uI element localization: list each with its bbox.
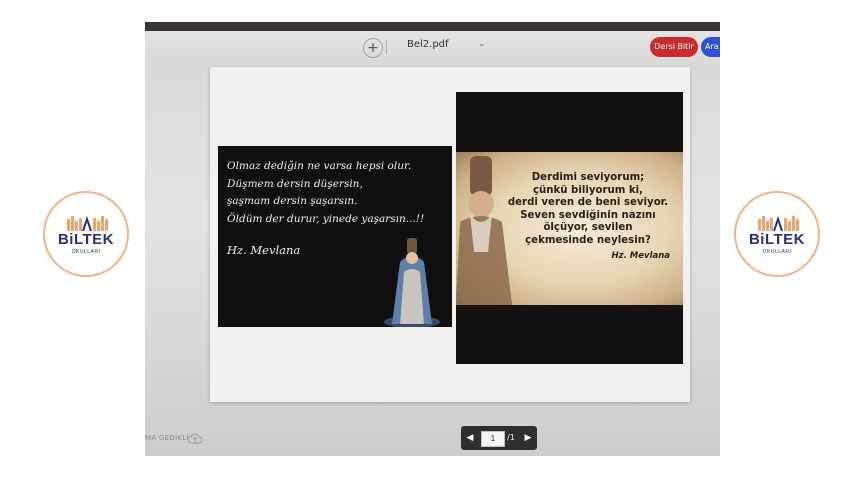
right-quote-text: Derdimi seviyorum; çünkü biliyorum ki, d… bbox=[494, 172, 682, 262]
file-name-label[interactable]: Bel2.pdf bbox=[407, 39, 449, 50]
logo-sub-text: OKULLARI bbox=[762, 249, 792, 255]
chevron-down-icon[interactable]: ⌄ bbox=[478, 39, 486, 49]
pdf-page: Olmaz dediğin ne varsa hepsi olur. Düşme… bbox=[210, 67, 690, 402]
poem-line: şaşmam dersin şaşarsın. bbox=[227, 195, 358, 207]
quote-line: Seven sevdiğinin nazını bbox=[520, 209, 656, 221]
cloud-upload-icon[interactable] bbox=[187, 432, 203, 444]
toolbar-divider bbox=[386, 40, 387, 54]
previous-page-icon[interactable]: ◀ bbox=[465, 432, 475, 444]
next-page-icon[interactable]: ▶ bbox=[523, 432, 533, 444]
page-navigator: ◀ /1 ▶ bbox=[461, 426, 537, 450]
end-lesson-button[interactable]: Dersi Bitir bbox=[650, 37, 698, 57]
biltek-logo-left: BiLTEK OKULLARI bbox=[43, 191, 129, 277]
logo-brand-text: BiLTEK bbox=[748, 231, 806, 248]
quote-line: derdi veren de beni seviyor. bbox=[507, 197, 669, 209]
quote-line: çünkü biliyorum ki, bbox=[532, 184, 644, 196]
participant-name-label: MA GEDİKLİ bbox=[145, 434, 189, 442]
logo-brand-text: BiLTEK bbox=[57, 231, 115, 248]
building-icon bbox=[758, 215, 799, 231]
page-number-input[interactable] bbox=[481, 431, 505, 447]
quote-line: Derdimi seviyorum; bbox=[531, 172, 645, 183]
poem-line: Öldüm der durur, yinede yaşarsın...!! bbox=[227, 212, 425, 225]
right-quote-image: Derdimi seviyorum; çünkü biliyorum ki, d… bbox=[456, 92, 683, 364]
add-button[interactable]: + bbox=[363, 38, 383, 58]
poem-line: Düşmem dersin düşersin, bbox=[227, 177, 363, 190]
dervish-figure-icon bbox=[384, 238, 440, 327]
page-total-label: /1 bbox=[507, 433, 515, 442]
quote-line: ölçüyor, sevilen bbox=[543, 222, 633, 234]
quote-author: Hz. Mevlana bbox=[611, 250, 670, 261]
shared-screen: + Bel2.pdf ⌄ Dersi Bitir Ara V Olmaz ded… bbox=[145, 22, 720, 456]
quote-line: çekmesinde neylesin? bbox=[525, 234, 651, 246]
break-button[interactable]: Ara V bbox=[701, 37, 720, 57]
building-icon bbox=[67, 215, 108, 231]
poem-line: Olmaz dediğin ne varsa hepsi olur. bbox=[227, 160, 412, 172]
logo-sub-text: OKULLARI bbox=[71, 249, 101, 255]
window-top-strip bbox=[145, 22, 720, 31]
biltek-logo-right: BiLTEK OKULLARI bbox=[734, 191, 820, 277]
left-quote-image: Olmaz dediğin ne varsa hepsi olur. Düşme… bbox=[218, 146, 452, 327]
